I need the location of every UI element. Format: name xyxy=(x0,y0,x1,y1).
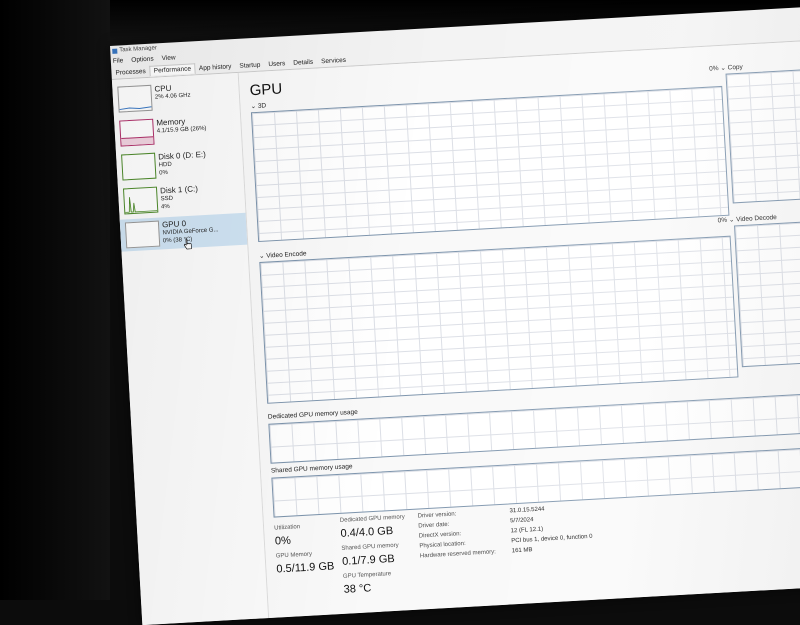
graph-3d xyxy=(250,85,730,243)
hardware-reserved-memory-label: Hardware reserved memory: xyxy=(419,549,497,560)
hardware-reserved-memory-value: 161 MB xyxy=(511,547,533,555)
chevron-down-icon[interactable]: ⌄ xyxy=(259,253,265,260)
graph-video-encode xyxy=(259,235,739,404)
memory-thumbnail-graph xyxy=(119,118,155,147)
monitor-bezel-left xyxy=(0,0,110,600)
chevron-down-icon[interactable]: ⌄ xyxy=(250,103,256,110)
sidebar-item-detail: 4.1/15.9 GB (26%) xyxy=(156,125,207,135)
directx-version-label: DirectX version: xyxy=(418,531,462,540)
physical-location-label: Physical location: xyxy=(419,540,466,550)
directx-version-value: 12 (FL 12.1) xyxy=(510,526,544,535)
menu-options[interactable]: Options xyxy=(131,56,154,64)
dedicated-memory-value: 0.4/4.0 GB xyxy=(340,524,394,540)
cpu-sparkline xyxy=(119,106,152,111)
sidebar-item-gpu-0[interactable]: GPU 0 NVIDIA GeForce G... 0% (38 °C) xyxy=(119,212,248,252)
chevron-down-icon[interactable]: ⌄ xyxy=(729,216,735,223)
window-title: Task Manager xyxy=(119,45,158,54)
graph-label-video-encode: ⌄ Video Encode xyxy=(258,250,307,261)
chevron-down-icon[interactable]: ⌄ xyxy=(720,65,726,72)
tab-details[interactable]: Details xyxy=(289,56,317,69)
sidebar-item-disk-1[interactable]: Disk 1 (C:) SSD 4% xyxy=(118,179,246,218)
utilization-value: 0% xyxy=(274,534,292,548)
sidebar-item-detail: 4% xyxy=(160,203,170,211)
driver-version-label: Driver version: xyxy=(417,511,457,520)
sidebar-item-disk-0[interactable]: Disk 0 (D: E:) HDD 0% xyxy=(116,145,244,184)
utilization-label: Utilization xyxy=(274,524,301,532)
sidebar-item-memory[interactable]: Memory 4.1/15.9 GB (26%) xyxy=(114,111,242,150)
graph-copy xyxy=(725,66,800,204)
gpu-temperature-value: 38 °C xyxy=(343,582,372,596)
driver-date-value: 5/7/2024 xyxy=(509,517,534,525)
gpu-memory-value: 0.5/11.9 GB xyxy=(276,560,335,576)
disk-1-thumbnail-graph xyxy=(122,186,159,215)
shared-memory-value: 0.1/7.9 GB xyxy=(341,552,396,568)
graph-label-3d: ⌄ 3D xyxy=(250,102,267,111)
graph-video-decode xyxy=(733,218,800,368)
shared-memory-label: Shared GPU memory xyxy=(341,542,399,552)
gpu-detail-panel: GPU ⌄ 3D 0% ⌄ Copy ⌄ Video Encode 0% ⌄ V… xyxy=(238,39,800,619)
sidebar-item-detail: 0% xyxy=(159,169,169,177)
sidebar-item-detail: 2% 4.06 GHz xyxy=(154,92,191,101)
dedicated-memory-label: Dedicated GPU memory xyxy=(339,514,405,524)
sidebar-item-cpu[interactable]: CPU 2% 4.06 GHz xyxy=(112,77,240,116)
tab-users[interactable]: Users xyxy=(264,58,290,70)
disk-0-thumbnail-graph xyxy=(121,152,157,181)
tab-app-history[interactable]: App history xyxy=(195,61,236,74)
cpu-thumbnail-graph xyxy=(117,84,153,113)
menu-view[interactable]: View xyxy=(161,54,175,62)
hand-pointer-icon xyxy=(183,238,192,250)
memory-sparkline xyxy=(121,136,154,146)
task-manager-window: Task Manager File Options View Processes… xyxy=(110,5,800,625)
tab-startup[interactable]: Startup xyxy=(235,59,265,72)
page-title: GPU xyxy=(249,80,283,100)
graph-label-copy: 0% ⌄ Copy xyxy=(709,63,744,73)
tab-processes[interactable]: Processes xyxy=(111,66,150,79)
menu-file[interactable]: File xyxy=(113,57,124,65)
tab-services[interactable]: Services xyxy=(317,55,351,68)
task-manager-icon xyxy=(112,48,118,54)
driver-date-label: Driver date: xyxy=(418,521,450,530)
gpu-thumbnail-graph xyxy=(124,220,161,249)
driver-version-value: 31.0.15.5244 xyxy=(509,506,545,515)
physical-location-value: PCI bus 1, device 0, function 0 xyxy=(511,533,593,545)
gpu-memory-label: GPU Memory xyxy=(275,551,313,560)
gpu-temperature-label: GPU Temperature xyxy=(342,571,392,580)
disk-1-sparkline xyxy=(125,197,158,213)
